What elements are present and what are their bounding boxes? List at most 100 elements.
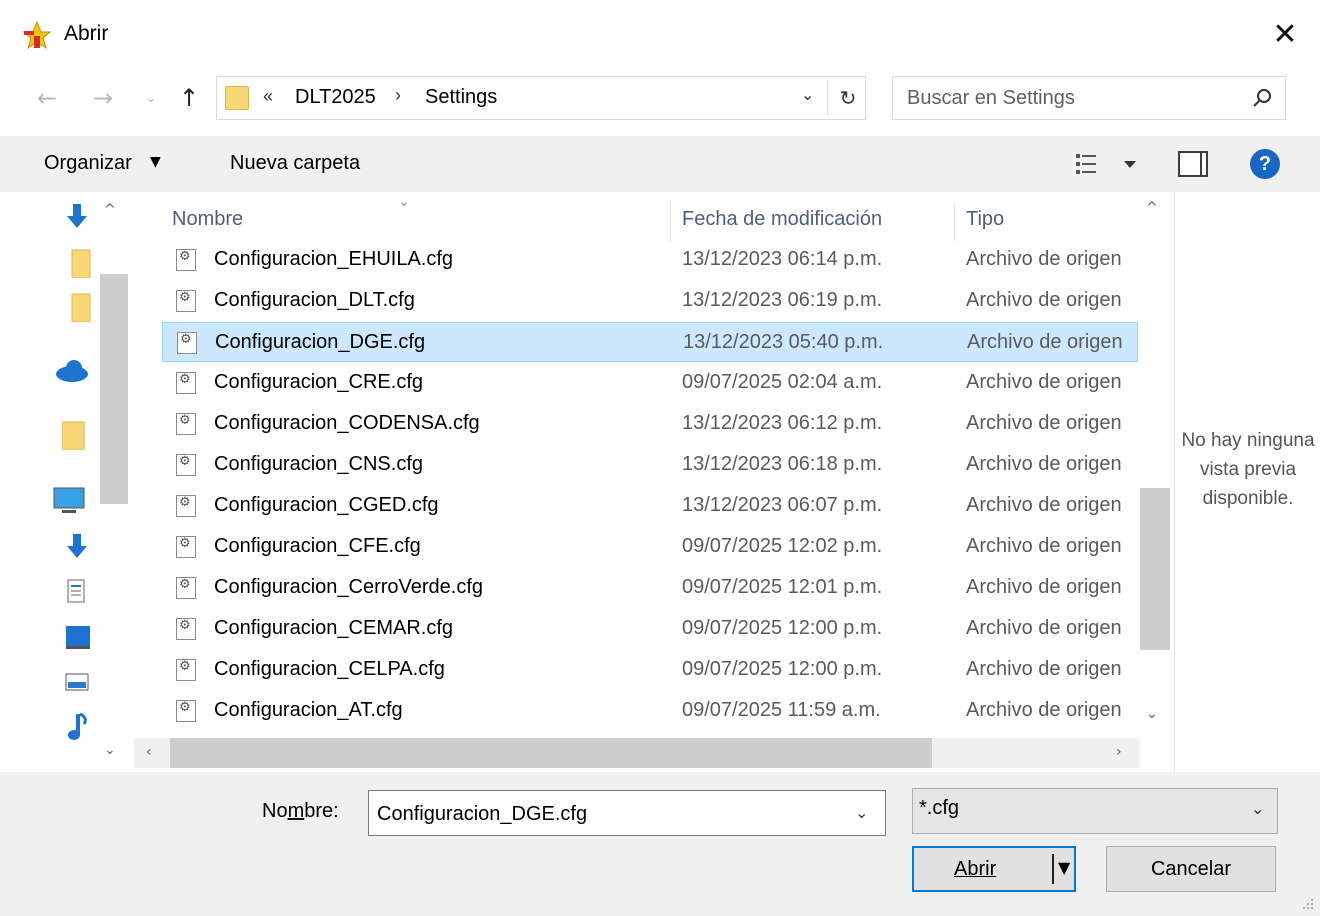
scroll-left-icon[interactable]: ‹ — [146, 744, 152, 760]
file-name: Configuracion_CGED.cfg — [214, 494, 439, 516]
file-date: 13/12/2023 06:18 p.m. — [682, 453, 883, 475]
file-row[interactable]: Configuracion_CNS.cfg 13/12/2023 06:18 p.… — [162, 445, 1138, 485]
column-divider[interactable] — [670, 202, 671, 242]
file-date: 09/07/2025 11:59 a.m. — [682, 699, 881, 721]
file-row[interactable]: Configuracion_CGED.cfg 13/12/2023 06:07 p… — [162, 486, 1138, 526]
column-header-name[interactable]: Nombre — [172, 208, 243, 231]
new-folder-button[interactable]: Nueva carpeta — [230, 152, 360, 175]
cancel-button[interactable]: Cancelar — [1106, 846, 1276, 892]
search-input[interactable] — [907, 85, 1237, 111]
folder-icon[interactable] — [62, 248, 92, 278]
open-options-button[interactable]: ▼ — [1058, 858, 1070, 877]
breadcrumb-separator-icon[interactable]: › — [395, 85, 401, 106]
refresh-button[interactable]: ↻ — [831, 81, 865, 115]
arrow-up-icon: ↑ — [178, 84, 200, 112]
filename-label: Nombre: — [262, 800, 339, 822]
file-date: 09/07/2025 12:00 p.m. — [682, 617, 883, 639]
folder-icon[interactable] — [62, 292, 92, 322]
file-date: 13/12/2023 05:40 p.m. — [683, 331, 884, 353]
address-bar[interactable]: « DLT2025 › Settings ⌄ ↻ — [216, 76, 866, 120]
scroll-up-icon[interactable]: ^ — [104, 202, 116, 218]
help-button[interactable]: ? — [1250, 149, 1280, 179]
file-row[interactable]: Configuracion_CRE.cfg 09/07/2025 02:04 a.… — [162, 363, 1138, 403]
file-name: Configuracion_CerroVerde.cfg — [214, 576, 484, 598]
up-button[interactable]: ↑ — [172, 78, 206, 118]
preview-pane-icon — [1200, 153, 1202, 175]
chevron-down-icon[interactable]: ⌄ — [855, 803, 868, 822]
close-icon: ✕ — [1272, 16, 1298, 52]
file-type: Archivo de origen — [966, 453, 1122, 475]
music-icon[interactable] — [62, 712, 92, 742]
config-file-icon — [176, 290, 196, 312]
config-file-icon — [176, 249, 196, 271]
file-type: Archivo de origen — [966, 494, 1122, 516]
column-divider[interactable] — [954, 202, 955, 242]
pictures-icon[interactable] — [62, 668, 92, 698]
file-type: Archivo de origen — [966, 248, 1122, 270]
file-row[interactable]: Configuracion_CEMAR.cfg 09/07/2025 12:00 … — [162, 609, 1138, 649]
overflow-crumb-button[interactable]: « — [263, 86, 273, 107]
organize-button[interactable]: Organizar — [44, 152, 132, 175]
recent-locations-button[interactable]: ⌄ — [134, 78, 168, 118]
back-button[interactable]: ← — [30, 78, 64, 118]
column-header-type[interactable]: Tipo — [966, 208, 1004, 231]
file-type-value: *.cfg — [919, 797, 960, 819]
file-type: Archivo de origen — [966, 371, 1122, 393]
file-list-hscrollbar[interactable]: ‹ › — [134, 738, 1140, 768]
search-box[interactable] — [892, 76, 1286, 120]
navigation-pane: ^ ⌄ — [0, 192, 132, 772]
file-list-vscrollbar[interactable] — [1140, 192, 1172, 738]
resize-grip-icon[interactable] — [1300, 896, 1314, 910]
file-type: Archivo de origen — [966, 699, 1122, 721]
file-row[interactable]: Configuracion_CFE.cfg 09/07/2025 12:02 p.… — [162, 527, 1138, 567]
file-type-select[interactable]: *.cfg ⌄ — [912, 788, 1278, 834]
file-name: Configuracion_CELPA.cfg — [214, 658, 445, 680]
breadcrumb-item[interactable]: DLT2025 — [295, 86, 376, 109]
file-row[interactable]: Configuracion_CerroVerde.cfg 09/07/2025 1… — [162, 568, 1138, 608]
downloads-icon[interactable] — [62, 532, 92, 562]
vscrollbar-thumb[interactable] — [1140, 488, 1170, 650]
change-view-button[interactable] — [1070, 150, 1140, 178]
filename-input[interactable] — [377, 800, 837, 828]
file-row[interactable]: Configuracion_CELPA.cfg 09/07/2025 12:00 … — [162, 650, 1138, 690]
folder-icon[interactable] — [62, 420, 92, 450]
documents-icon[interactable] — [62, 578, 92, 608]
file-row[interactable]: Configuracion_DGE.cfg 13/12/2023 05:40 p.… — [162, 322, 1138, 362]
search-icon[interactable] — [1249, 86, 1275, 112]
this-pc-icon[interactable] — [52, 486, 86, 516]
downloads-icon[interactable] — [62, 202, 92, 232]
file-list: ⌄ Nombre Fecha de modificación Tipo Conf… — [134, 192, 1174, 772]
scroll-right-icon[interactable]: › — [1116, 744, 1122, 760]
column-header-date[interactable]: Fecha de modificación — [682, 208, 882, 231]
onedrive-icon[interactable] — [52, 358, 92, 384]
close-button[interactable]: ✕ — [1262, 12, 1308, 56]
file-row[interactable]: Configuracion_DLT.cfg 13/12/2023 06:19 p.… — [162, 281, 1138, 321]
file-name: Configuracion_CEMAR.cfg — [214, 617, 453, 639]
nav-scrollbar-thumb[interactable] — [100, 274, 128, 504]
title-bar: Abrir ✕ — [0, 0, 1320, 66]
hscrollbar-thumb[interactable] — [170, 738, 932, 768]
config-file-icon — [176, 618, 196, 640]
desktop-icon[interactable] — [62, 622, 92, 652]
address-dropdown-button[interactable]: ⌄ — [801, 85, 814, 104]
config-file-icon — [176, 495, 196, 517]
file-type: Archivo de origen — [966, 576, 1122, 598]
file-name: Configuracion_EHUILA.cfg — [214, 248, 454, 270]
file-date: 09/07/2025 12:00 p.m. — [682, 658, 883, 680]
forward-button[interactable]: → — [86, 78, 120, 118]
file-date: 13/12/2023 06:12 p.m. — [682, 412, 883, 434]
file-row[interactable]: Configuracion_AT.cfg 09/07/2025 11:59 a.m… — [162, 691, 1138, 731]
filename-combobox[interactable]: ⌄ — [368, 790, 886, 836]
config-file-icon — [176, 700, 196, 722]
scroll-up-icon[interactable]: ^ — [1146, 200, 1158, 216]
preview-pane-button[interactable] — [1178, 151, 1208, 177]
file-row[interactable]: Configuracion_CODENSA.cfg 13/12/2023 06:1… — [162, 404, 1138, 444]
scroll-down-icon[interactable]: ⌄ — [1146, 706, 1158, 722]
file-row[interactable]: Configuracion_EHUILA.cfg 13/12/2023 06:14… — [162, 240, 1138, 280]
file-name: Configuracion_AT.cfg — [214, 699, 403, 721]
open-button[interactable]: Abrir ▼ — [912, 846, 1076, 892]
breadcrumb-item[interactable]: Settings — [425, 86, 497, 109]
scroll-down-icon[interactable]: ⌄ — [104, 742, 116, 758]
window-title: Abrir — [64, 22, 109, 45]
caret-down-icon[interactable]: ▼ — [150, 154, 161, 170]
